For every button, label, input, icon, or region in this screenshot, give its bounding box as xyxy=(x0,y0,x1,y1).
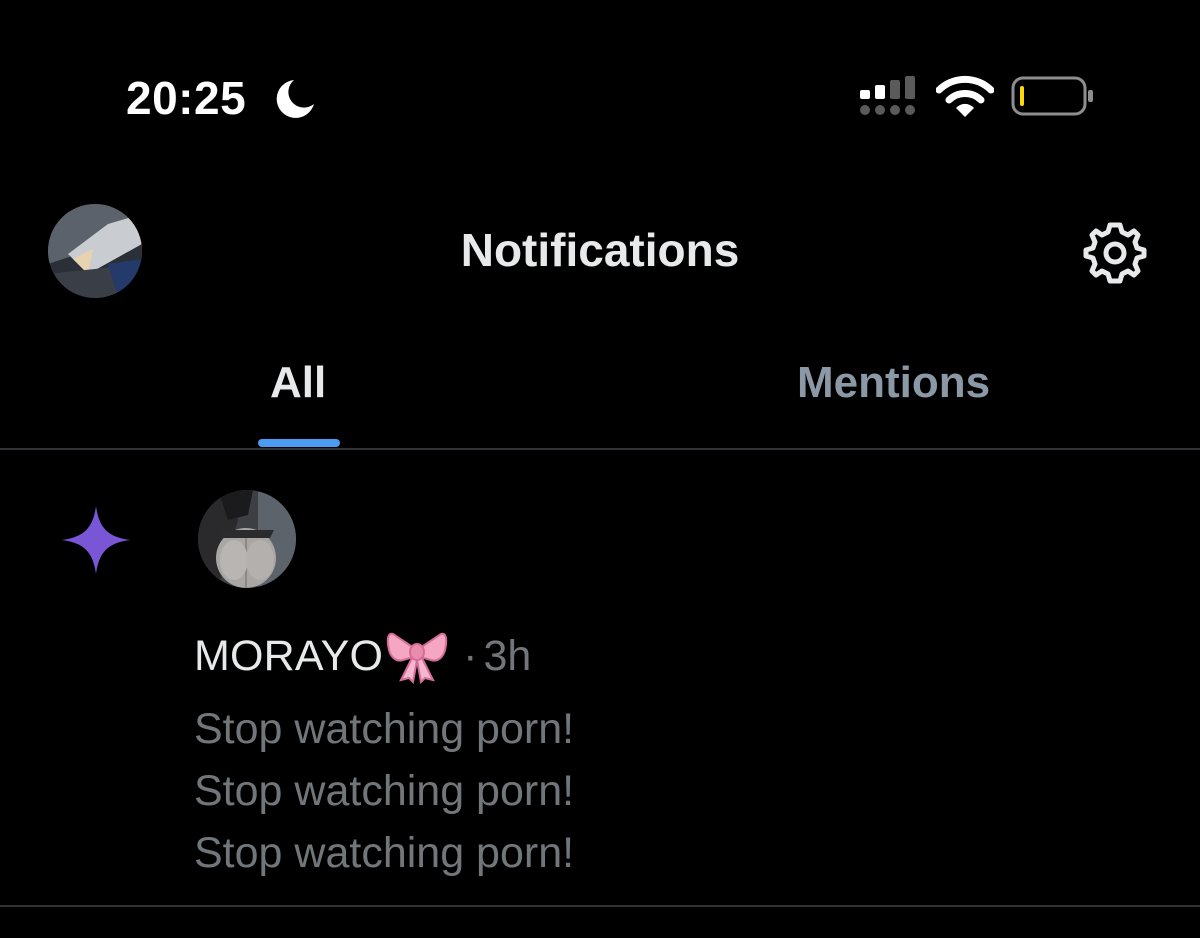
battery-icon xyxy=(1011,76,1093,116)
ribbon-bow-icon xyxy=(386,632,448,684)
page-title: Notifications xyxy=(460,224,740,276)
active-tab-indicator xyxy=(258,439,340,447)
status-bar: 20:25 xyxy=(0,0,1200,180)
wifi-icon xyxy=(936,75,994,117)
notification-time: 3h xyxy=(483,631,532,680)
tab-mentions-label: Mentions xyxy=(797,358,991,407)
user-profile-photo xyxy=(198,490,296,588)
settings-button[interactable] xyxy=(1080,218,1150,288)
tab-all-label: All xyxy=(270,358,327,407)
tab-all[interactable]: All xyxy=(0,330,600,448)
user-avatar[interactable] xyxy=(198,490,296,588)
message-line: Stop watching porn! xyxy=(194,829,575,877)
signal-icon xyxy=(860,76,915,115)
message-line: Stop watching porn! xyxy=(194,705,575,753)
gear-icon xyxy=(1083,222,1147,284)
notification-item[interactable]: MORAYO · 3h Stop watching porn! Stop wat… xyxy=(0,450,1200,907)
meta-separator: · xyxy=(463,631,478,680)
status-time: 20:25 xyxy=(126,72,247,124)
message-line: Stop watching porn! xyxy=(194,767,575,815)
tab-mentions[interactable]: Mentions xyxy=(600,330,1200,448)
notification-meta: MORAYO · 3h xyxy=(194,628,531,684)
notification-message: Stop watching porn! Stop watching porn! … xyxy=(194,698,574,884)
user-name[interactable]: MORAYO xyxy=(194,632,383,681)
tab-bar: All Mentions xyxy=(0,330,1200,450)
moon-icon xyxy=(276,80,314,118)
sparkle-icon xyxy=(62,506,130,574)
